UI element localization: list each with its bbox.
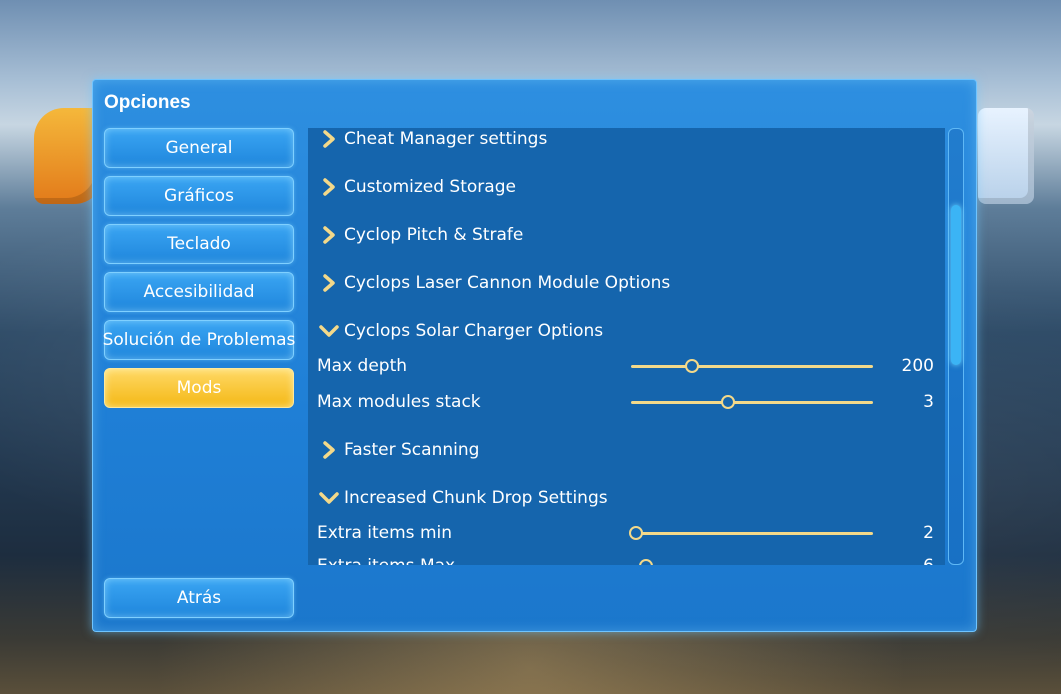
slider-knob[interactable] (684, 359, 699, 373)
dialog-title: Opciones (104, 92, 191, 113)
section-chunk-drop[interactable]: Increased Chunk Drop Settings (308, 480, 945, 516)
tab-solucion-de-problemas[interactable]: Solución de Problemas (103, 320, 295, 360)
setting-label: Extra items min (317, 523, 453, 543)
mod-settings-list[interactable]: Cheat Manager settings Customized Storag… (308, 128, 945, 565)
section-label: Customized Storage (344, 177, 516, 197)
section-label: Cyclops Solar Charger Options (344, 321, 604, 341)
setting-label: Extra items Max (317, 556, 455, 565)
options-dialog: Opciones General Gráficos Teclado Accesi… (92, 79, 977, 632)
section-faster-scanning[interactable]: Faster Scanning (308, 432, 945, 468)
section-cheat-manager[interactable]: Cheat Manager settings (308, 128, 945, 157)
section-label: Faster Scanning (344, 440, 480, 460)
section-customized-storage[interactable]: Customized Storage (308, 169, 945, 205)
setting-extra-items-max: Extra items Max 6 (308, 548, 945, 565)
setting-label: Max depth (317, 356, 408, 376)
chevron-right-icon (318, 272, 340, 294)
setting-value: 3 (923, 392, 934, 412)
slider-knob[interactable] (638, 559, 653, 565)
chevron-right-icon (318, 128, 340, 150)
slider-knob[interactable] (628, 526, 643, 540)
game-logo-right-fragment (978, 108, 1034, 204)
chevron-down-icon (318, 320, 340, 342)
chevron-right-icon (318, 224, 340, 246)
back-button[interactable]: Atrás (104, 578, 294, 618)
setting-value: 6 (923, 556, 934, 565)
tab-graficos[interactable]: Gráficos (104, 176, 294, 216)
section-label: Cyclop Pitch & Strafe (344, 225, 524, 245)
setting-max-depth: Max depth 200 (308, 348, 945, 384)
tab-accesibilidad[interactable]: Accesibilidad (104, 272, 294, 312)
extra-items-min-slider[interactable] (628, 526, 873, 540)
setting-value: 200 (901, 356, 934, 376)
max-modules-stack-slider[interactable] (631, 395, 873, 409)
setting-label: Max modules stack (317, 392, 481, 412)
section-label: Increased Chunk Drop Settings (344, 488, 608, 508)
tab-mods[interactable]: Mods (104, 368, 294, 408)
max-depth-slider[interactable] (631, 359, 873, 373)
tab-general[interactable]: General (104, 128, 294, 168)
setting-extra-items-min: Extra items min 2 (308, 515, 945, 551)
chevron-right-icon (318, 439, 340, 461)
setting-value: 2 (923, 523, 934, 543)
section-label: Cheat Manager settings (344, 129, 548, 149)
chevron-down-icon (318, 487, 340, 509)
vertical-scrollbar[interactable] (948, 128, 964, 565)
scrollbar-thumb[interactable] (951, 205, 961, 365)
chevron-right-icon (318, 176, 340, 198)
setting-max-modules-stack: Max modules stack 3 (308, 384, 945, 420)
slider-knob[interactable] (720, 395, 735, 409)
section-label: Cyclops Laser Cannon Module Options (344, 273, 671, 293)
section-cyclops-solar[interactable]: Cyclops Solar Charger Options (308, 313, 945, 349)
section-cyclop-pitch[interactable]: Cyclop Pitch & Strafe (308, 217, 945, 253)
section-cyclops-laser[interactable]: Cyclops Laser Cannon Module Options (308, 265, 945, 301)
tab-teclado[interactable]: Teclado (104, 224, 294, 264)
